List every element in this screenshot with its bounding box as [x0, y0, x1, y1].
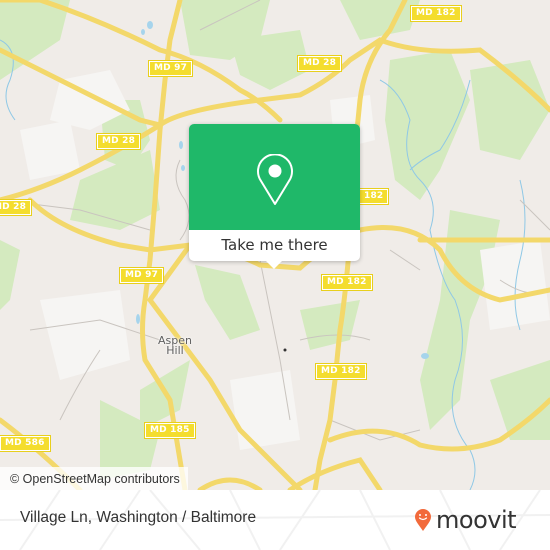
map-pin-icon	[257, 154, 293, 205]
road-shield: MD 182	[315, 363, 367, 380]
map-attribution[interactable]: © OpenStreetMap contributors	[0, 467, 188, 490]
popup-header	[189, 124, 360, 230]
road-shield: MD 182	[410, 5, 462, 22]
road-shield: MD 28	[95, 133, 142, 150]
take-me-there-button[interactable]: Take me there	[189, 230, 360, 261]
footer-bar: Village Ln, Washington / Baltimore moovi…	[0, 490, 550, 550]
road-shield: MD 28	[0, 199, 33, 216]
road-shield: MD 185	[144, 422, 196, 439]
place-label-line: Hill	[166, 344, 184, 357]
road-shield: MD 182	[321, 274, 373, 291]
place-label-aspen-hill: Aspen Hill	[158, 335, 192, 357]
road-shield: MD 97	[147, 60, 194, 77]
location-popup: Take me there	[189, 124, 360, 269]
road-shield: MD 97	[118, 267, 165, 284]
moovit-pin-icon	[415, 509, 431, 531]
moovit-wordmark: moovit	[436, 506, 517, 534]
road-shield: MD 28	[296, 55, 343, 72]
map-view[interactable]: MD 182 MD 97 MD 28 MD 28 MD 28 182 MD 97…	[0, 0, 550, 490]
road-shield: 182	[357, 188, 390, 205]
location-title: Village Ln, Washington / Baltimore	[20, 509, 257, 526]
popup-tail	[266, 261, 282, 269]
map-point	[283, 348, 287, 352]
road-shield: MD 586	[0, 435, 51, 452]
moovit-logo[interactable]: moovit	[414, 506, 517, 534]
